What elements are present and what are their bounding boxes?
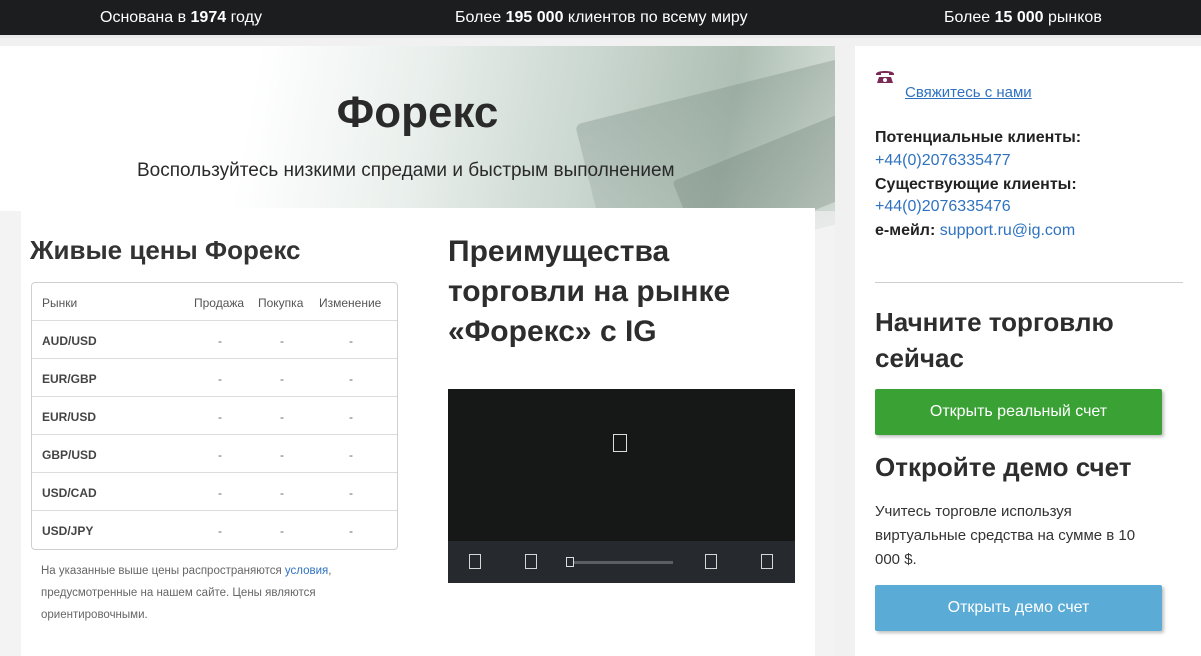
phone-icon [876, 71, 894, 83]
buy-price: - [280, 334, 284, 348]
founded-fact: Основана в 1974 году [100, 9, 262, 27]
price-change: - [349, 486, 353, 500]
table-row[interactable]: EUR/GBP - - - [32, 359, 397, 397]
buy-price: - [280, 372, 284, 386]
fullscreen-icon[interactable] [761, 554, 773, 569]
sell-price: - [218, 524, 222, 538]
markets-fact: Более 15 000 рынков [944, 9, 1102, 27]
clients-prefix: Более [455, 9, 506, 26]
video-progress-bar[interactable] [566, 561, 673, 564]
play-icon[interactable] [613, 434, 627, 452]
page-title: Форекс [336, 88, 499, 137]
page-subtitle: Воспользуйтесь низкими спредами и быстры… [137, 160, 675, 181]
column-header-market: Рынки [42, 296, 78, 310]
table-row[interactable]: EUR/USD - - - [32, 397, 397, 435]
buy-price: - [280, 486, 284, 500]
sell-price: - [218, 410, 222, 424]
price-change: - [349, 448, 353, 462]
sidebar-divider [875, 282, 1183, 283]
video-controls [448, 541, 795, 583]
existing-clients-label: Существующие клиенты: [875, 176, 1077, 193]
email-row: е-мейл: support.ru@ig.com [875, 222, 1075, 240]
live-prices-title: Живые цены Форекс [30, 235, 301, 265]
hero-section: Форекс Воспользуйтесь низкими спредами и… [0, 46, 835, 656]
price-table: Рынки Продажа Покупка Изменение AUD/USD … [31, 282, 398, 550]
column-header-sell: Продажа [194, 296, 245, 310]
potential-clients-label: Потенциальные клиенты: [875, 129, 1082, 146]
demo-account-description: Учитесь торговле используя виртуальные с… [875, 503, 1136, 568]
open-real-account-button[interactable]: Открыть реальный счет [875, 389, 1162, 435]
market-name[interactable]: AUD/USD [42, 334, 97, 348]
contact-us-link[interactable]: Свяжитесь с нами [905, 84, 1032, 101]
column-header-buy: Покупка [258, 296, 304, 310]
advantages-title: Преимущества торговли на рынке «Форекс» … [448, 235, 731, 348]
demo-account-title: Откройте демо счет [875, 452, 1132, 482]
sell-price: - [218, 372, 222, 386]
markets-count: 15 000 [994, 9, 1044, 26]
founded-prefix: Основана в [100, 9, 191, 26]
market-name[interactable]: USD/JPY [42, 524, 93, 538]
video-player[interactable] [448, 389, 795, 583]
potential-clients-phone[interactable]: +44(0)2076335477 [875, 152, 1011, 170]
contact-sidebar: Свяжитесь с нами Потенциальные клиенты: … [855, 46, 1201, 656]
price-change: - [349, 334, 353, 348]
clients-count: 195 000 [505, 9, 564, 26]
markets-prefix: Более [944, 9, 995, 26]
price-change: - [349, 524, 353, 538]
column-header-change: Изменение [319, 296, 382, 310]
start-trading-title: Начните торговлю сейчас [875, 307, 1114, 373]
email-label: е-мейл: [875, 222, 936, 239]
sell-price: - [218, 334, 222, 348]
table-header: Рынки Продажа Покупка Изменение [32, 283, 397, 321]
video-progress-handle[interactable] [566, 557, 574, 567]
table-row[interactable]: USD/CAD - - - [32, 473, 397, 511]
sell-price: - [218, 448, 222, 462]
prices-disclaimer: На указанные выше цены распространяются … [41, 560, 371, 626]
markets-suffix: рынков [1043, 9, 1102, 26]
founded-suffix: году [226, 9, 262, 26]
clients-suffix: клиентов по всему миру [563, 9, 748, 26]
market-name[interactable]: EUR/GBP [42, 372, 97, 386]
clients-fact: Более 195 000 клиентов по всему миру [455, 9, 748, 27]
table-row[interactable]: AUD/USD - - - [32, 321, 397, 359]
buy-price: - [280, 410, 284, 424]
market-name[interactable]: GBP/USD [42, 448, 97, 462]
email-link[interactable]: support.ru@ig.com [940, 222, 1075, 239]
disclaimer-text: На указанные выше цены распространяются [41, 565, 285, 577]
existing-clients-phone[interactable]: +44(0)2076335476 [875, 198, 1011, 216]
table-row[interactable]: GBP/USD - - - [32, 435, 397, 473]
market-name[interactable]: EUR/USD [42, 410, 96, 424]
price-change: - [349, 372, 353, 386]
buy-price: - [280, 524, 284, 538]
market-name[interactable]: USD/CAD [42, 486, 97, 500]
buy-price: - [280, 448, 284, 462]
price-change: - [349, 410, 353, 424]
volume-icon[interactable] [525, 554, 537, 569]
settings-icon[interactable] [705, 554, 717, 569]
play-pause-icon[interactable] [469, 554, 481, 569]
top-info-bar: Основана в 1974 году Более 195 000 клиен… [0, 0, 1201, 38]
founded-year: 1974 [190, 9, 227, 26]
content-panel: Живые цены Форекс Рынки Продажа Покупка … [21, 208, 815, 656]
open-demo-account-button[interactable]: Открыть демо счет [875, 585, 1162, 631]
terms-link[interactable]: условия [285, 565, 328, 577]
table-row[interactable]: USD/JPY - - - [32, 511, 397, 549]
sell-price: - [218, 486, 222, 500]
